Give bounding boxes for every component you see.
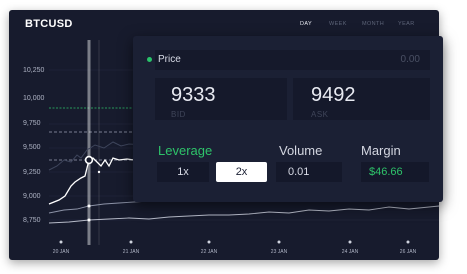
- cursor-marker: [84, 155, 94, 165]
- margin-value: $46.66: [369, 166, 403, 178]
- leverage-1x-option[interactable]: 1x: [157, 162, 209, 182]
- x-tick-dot: [129, 240, 133, 244]
- volume-label: Volume: [279, 143, 323, 158]
- order-panel: Price 0.00 9333 BID 9492 ASK Leverage Vo…: [133, 36, 443, 202]
- leverage-2x-option[interactable]: 2x: [216, 162, 267, 182]
- price-input-value[interactable]: 0.00: [401, 54, 420, 65]
- y-tick-label: 10,250: [23, 67, 45, 74]
- margin-label: Margin: [361, 143, 401, 158]
- y-tick-label: 10,000: [23, 95, 45, 102]
- x-tick-label: 21 JAN: [123, 249, 140, 255]
- x-tick-label: 24 JAN: [342, 249, 359, 255]
- bid-label: BID: [171, 110, 186, 119]
- leverage-label: Leverage: [158, 143, 213, 158]
- x-tick-label: 26 JAN: [400, 249, 417, 255]
- price-label: Price: [158, 54, 181, 65]
- lower-series-line: [48, 205, 439, 224]
- x-tick-dot: [406, 240, 410, 244]
- x-tick-dot: [207, 240, 211, 244]
- live-status-dot: [147, 57, 152, 62]
- volume-value: 0.01: [288, 166, 310, 178]
- y-tick-label: 9,500: [23, 144, 41, 151]
- ask-value: 9492: [311, 84, 356, 106]
- price-line: [48, 157, 145, 205]
- series-point: [87, 218, 91, 222]
- x-tick-label: 23 JAN: [271, 249, 288, 255]
- y-tick-label: 9,000: [23, 193, 41, 200]
- ask-label: ASK: [311, 110, 329, 119]
- y-tick-label: 8,750: [23, 217, 41, 224]
- series-point: [87, 204, 91, 208]
- series-point: [97, 170, 101, 174]
- volume-input[interactable]: 0.01: [276, 162, 342, 182]
- price-input-row[interactable]: Price 0.00: [147, 50, 430, 70]
- upper-band-line: [48, 141, 145, 171]
- bid-value: 9333: [171, 84, 216, 106]
- x-tick-dot: [277, 240, 281, 244]
- y-tick-label: 9,250: [23, 169, 41, 176]
- y-tick-label: 9,750: [23, 120, 41, 127]
- x-tick-dot: [348, 240, 352, 244]
- margin-display: $46.66: [361, 162, 429, 182]
- x-tick-label: 22 JAN: [201, 249, 218, 255]
- ask-box[interactable]: 9492 ASK: [293, 78, 430, 120]
- bid-box[interactable]: 9333 BID: [155, 78, 287, 120]
- x-tick-label: 20 JAN: [53, 249, 70, 255]
- x-tick-dot: [59, 240, 63, 244]
